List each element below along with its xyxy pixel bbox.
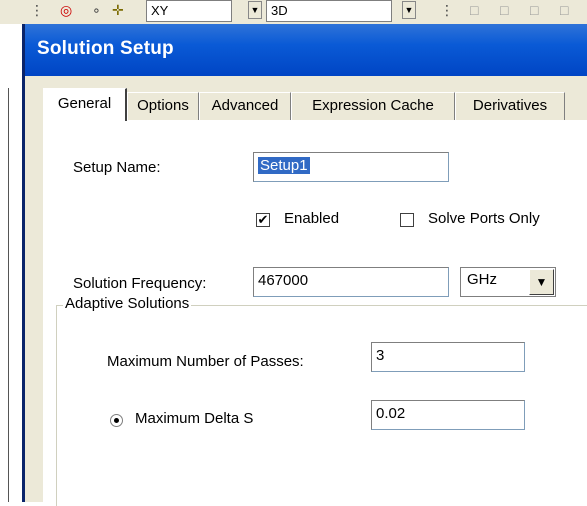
plot-type-combo[interactable]: 3D xyxy=(266,0,392,22)
max-passes-value: 3 xyxy=(376,347,385,364)
solution-frequency-value: 467000 xyxy=(258,272,309,289)
solve-ports-only-checkbox[interactable] xyxy=(400,213,414,227)
axis-icon[interactable]: ✛ xyxy=(112,2,124,19)
solution-setup-dialog: Solution Setup General Options Advanced … xyxy=(22,24,587,506)
tab-advanced[interactable]: Advanced xyxy=(199,92,291,120)
solution-frequency-input[interactable]: 467000 xyxy=(253,267,449,297)
report-type-dropdown[interactable]: ▼ xyxy=(248,1,262,19)
plot-type-value: 3D xyxy=(271,3,288,18)
solution-frequency-label: Solution Frequency: xyxy=(73,275,207,292)
max-delta-s-value: 0.02 xyxy=(376,405,406,422)
setup-name-input[interactable]: Setup1 xyxy=(253,152,449,182)
max-passes-input[interactable]: 3 xyxy=(371,342,525,372)
tab-expression-cache-label: Expression Cache xyxy=(312,97,434,114)
enabled-label: Enabled xyxy=(284,210,340,227)
frequency-unit-select[interactable]: GHz ▼ xyxy=(460,267,556,297)
tab-options-label: Options xyxy=(137,97,189,114)
adaptive-solutions-group: Adaptive Solutions Maximum Number of Pas… xyxy=(56,295,587,506)
tab-options[interactable]: Options xyxy=(127,92,199,120)
dialog-title: Solution Setup xyxy=(37,38,174,59)
max-passes-label: Maximum Number of Passes: xyxy=(107,353,304,370)
app-toolbar: ⋮ ◎ ∘ ✛ XY ▼ 3D ▼ ⋮ □ □ □ □ xyxy=(0,0,587,24)
max-delta-s-radio[interactable] xyxy=(110,414,123,427)
app-gutter-line xyxy=(8,88,9,502)
max-delta-s-input[interactable]: 0.02 xyxy=(371,400,525,430)
chevron-down-icon[interactable]: ▼ xyxy=(529,269,554,295)
tab-derivatives-label: Derivatives xyxy=(472,97,548,114)
general-tab-panel: Setup Name: Setup1 ✔ Enabled Solve Ports… xyxy=(43,120,587,506)
tab-general[interactable]: General xyxy=(43,88,127,121)
toolbar-icon-3[interactable]: ⋮ xyxy=(440,2,454,19)
toolbar-icon-2[interactable]: ∘ xyxy=(92,2,101,19)
setup-name-label: Setup Name: xyxy=(73,159,161,176)
report-type-combo[interactable]: XY xyxy=(146,0,232,22)
plot-type-dropdown[interactable]: ▼ xyxy=(402,1,416,19)
adaptive-solutions-title: Adaptive Solutions xyxy=(63,295,192,312)
enabled-checkbox[interactable]: ✔ xyxy=(256,213,270,227)
toolbar-icon-7[interactable]: □ xyxy=(560,2,568,18)
max-delta-s-label: Maximum Delta S xyxy=(135,410,254,427)
report-type-value: XY xyxy=(151,3,169,18)
check-mark-icon: ✔ xyxy=(257,212,269,227)
dialog-titlebar[interactable]: Solution Setup xyxy=(25,24,587,76)
tab-derivatives[interactable]: Derivatives xyxy=(455,92,565,120)
solve-ports-only-label: Solve Ports Only xyxy=(428,210,540,227)
frequency-unit-value: GHz xyxy=(467,271,497,288)
tab-general-label: General xyxy=(57,95,112,112)
tab-advanced-label: Advanced xyxy=(211,97,279,114)
dialog-client: General Options Advanced Expression Cach… xyxy=(33,76,587,506)
toolbar-icon-6[interactable]: □ xyxy=(530,2,538,18)
toolbar-icon-4[interactable]: □ xyxy=(470,2,478,18)
tab-expression-cache[interactable]: Expression Cache xyxy=(291,92,455,120)
toolbar-strip: ⋮ ◎ ∘ ✛ XY ▼ 3D ▼ ⋮ □ □ □ □ xyxy=(0,0,587,24)
setup-name-value: Setup1 xyxy=(258,157,310,174)
toolbar-icon-5[interactable]: □ xyxy=(500,2,508,18)
radio-selected-dot xyxy=(114,418,119,423)
record-icon[interactable]: ◎ xyxy=(60,2,72,19)
toolbar-icon-1[interactable]: ⋮ xyxy=(30,2,44,19)
